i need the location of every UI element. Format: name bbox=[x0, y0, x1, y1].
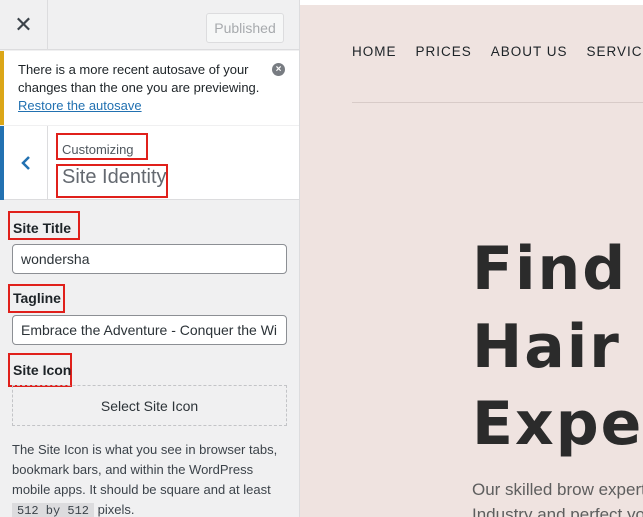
hero-heading-line-3: Exper bbox=[472, 389, 643, 459]
hero-heading-line-1: Find Y bbox=[472, 234, 643, 304]
preview-nav: HOME PRICES ABOUT US SERVICES bbox=[352, 44, 643, 59]
preview-top-edge bbox=[300, 0, 643, 5]
hero-subtext-line-1: Our skilled brow expert bbox=[472, 480, 643, 499]
site-title-label: Site Title bbox=[13, 220, 72, 236]
site-title-input[interactable]: wondersha bbox=[12, 244, 287, 274]
site-icon-help-suffix: pixels. bbox=[97, 502, 135, 517]
tagline-label: Tagline bbox=[13, 290, 61, 306]
nav-services[interactable]: SERVICES bbox=[587, 44, 643, 59]
nav-home[interactable]: HOME bbox=[352, 44, 397, 59]
back-button[interactable] bbox=[0, 126, 48, 200]
close-icon: ✕ bbox=[14, 12, 33, 37]
tagline-input[interactable]: Embrace the Adventure - Conquer the Wi bbox=[12, 315, 287, 345]
site-icon-help-text: The Site Icon is what you see in browser… bbox=[12, 442, 278, 497]
select-site-icon-button[interactable]: Select Site Icon bbox=[12, 385, 287, 426]
site-icon-description: The Site Icon is what you see in browser… bbox=[12, 440, 290, 517]
hero-subtext-line-2: Industry and perfect yo bbox=[472, 505, 643, 517]
close-customizer-button[interactable]: ✕ bbox=[0, 0, 48, 50]
site-preview[interactable]: HOME PRICES ABOUT US SERVICES Find Y Hai… bbox=[300, 0, 643, 517]
site-icon-size-code: 512 by 512 bbox=[12, 503, 95, 517]
customizer-header: ✕ Published bbox=[0, 0, 299, 50]
dismiss-notice-icon[interactable]: × bbox=[272, 63, 285, 76]
section-title: Site Identity bbox=[62, 166, 167, 188]
autosave-notice-text: There is a more recent autosave of your … bbox=[18, 62, 260, 95]
nav-about-us[interactable]: ABOUT US bbox=[491, 44, 568, 59]
customizer-sidebar: ✕ Published There is a more recent autos… bbox=[0, 0, 300, 517]
customizing-label: Customizing bbox=[62, 142, 134, 157]
hero-heading-line-2: Hair c bbox=[472, 312, 643, 382]
nav-prices[interactable]: PRICES bbox=[416, 44, 472, 59]
nav-divider bbox=[352, 102, 643, 103]
site-icon-label: Site Icon bbox=[13, 362, 72, 378]
published-button[interactable]: Published bbox=[206, 13, 284, 43]
chevron-left-icon bbox=[20, 156, 30, 170]
restore-autosave-link[interactable]: Restore the autosave bbox=[18, 98, 142, 113]
autosave-notice: There is a more recent autosave of your … bbox=[0, 51, 299, 125]
